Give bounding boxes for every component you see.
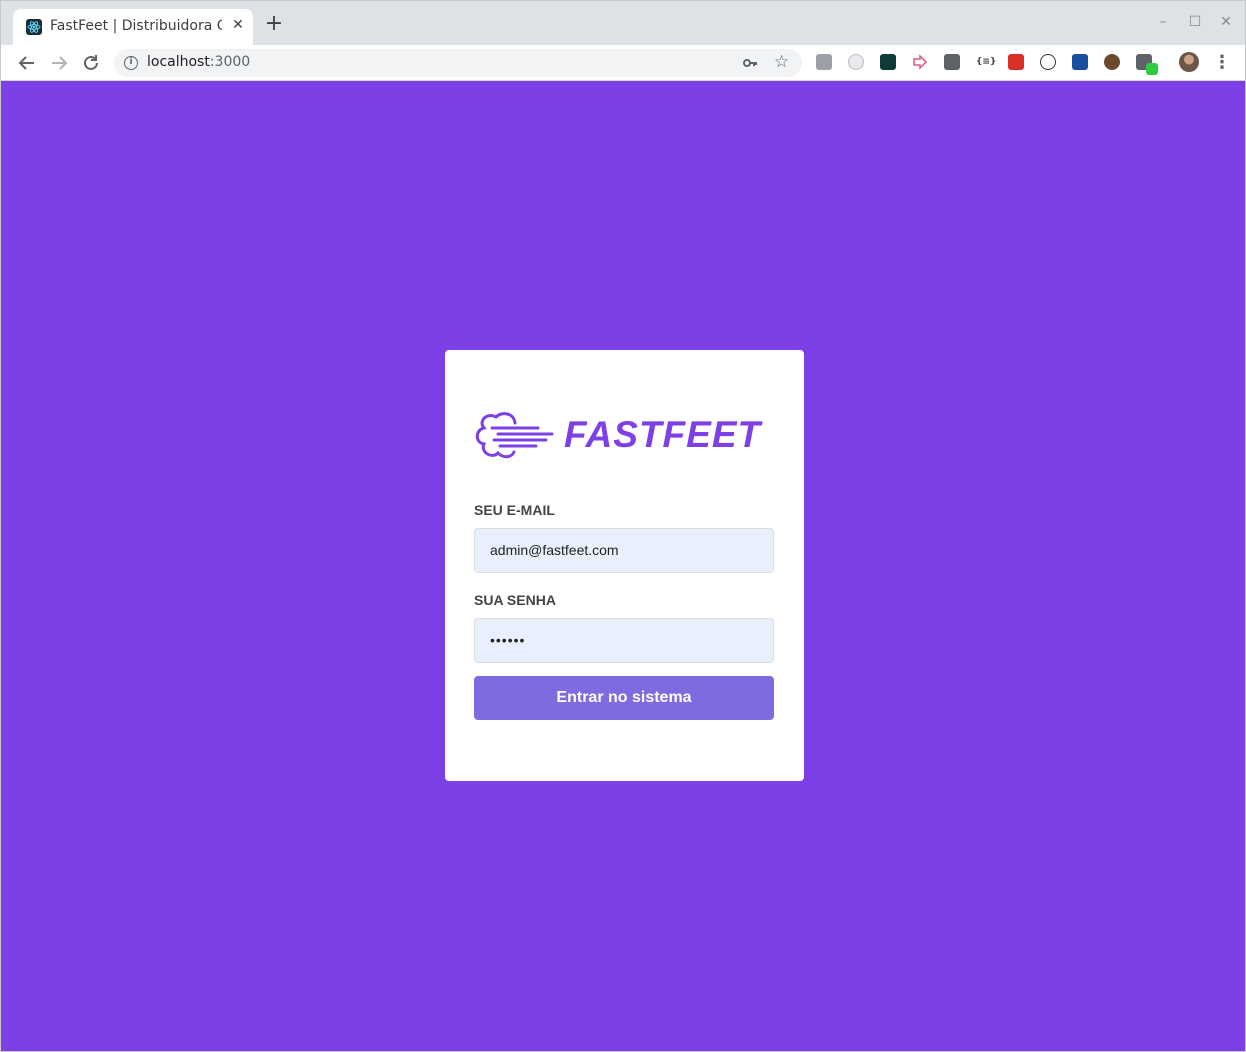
- reload-icon[interactable]: [79, 51, 103, 75]
- forward-arrow-icon[interactable]: [47, 51, 71, 75]
- profile-avatar[interactable]: [1179, 52, 1199, 72]
- email-field[interactable]: admin@fastfeet.com: [474, 528, 774, 573]
- login-page: FASTFEET SEU E-MAIL admin@fastfeet.com S…: [4, 82, 1243, 1049]
- brand-name: FASTFEET: [564, 414, 762, 455]
- green-badge-icon: [1146, 63, 1158, 75]
- close-tab-icon[interactable]: ✕: [230, 17, 246, 33]
- login-button[interactable]: Entrar no sistema: [474, 676, 774, 720]
- browser-window: FastFeet | Distribuidora Q ✕ + – ☐ ✕ i l…: [0, 0, 1246, 1052]
- key-icon[interactable]: [742, 55, 758, 71]
- colorzilla-icon[interactable]: [1008, 54, 1024, 70]
- screen-icon[interactable]: [1072, 54, 1088, 70]
- browser-tab[interactable]: FastFeet | Distribuidora Q ✕: [13, 9, 253, 45]
- tab-title: FastFeet | Distribuidora Q: [50, 18, 222, 34]
- url-port: :3000: [209, 54, 251, 70]
- bracket-extension-icon[interactable]: [944, 54, 960, 70]
- url-text[interactable]: localhost:3000: [147, 54, 250, 70]
- m-extension-icon[interactable]: [880, 54, 896, 70]
- url-host: localhost: [147, 54, 210, 70]
- arrow-extension-icon[interactable]: [912, 54, 928, 70]
- timer-icon[interactable]: [848, 54, 864, 70]
- site-info-icon[interactable]: i: [124, 56, 138, 70]
- close-window-icon[interactable]: ✕: [1217, 13, 1235, 31]
- password-field[interactable]: ••••••: [474, 618, 774, 663]
- tab-strip: FastFeet | Distribuidora Q ✕ + – ☐ ✕: [1, 1, 1245, 45]
- fastfeet-wind-icon: [475, 412, 554, 459]
- address-bar[interactable]: i localhost:3000 ☆: [114, 49, 802, 77]
- fastfeet-logo: FASTFEET: [474, 408, 774, 462]
- browser-menu-icon[interactable]: ⋮: [1213, 51, 1231, 75]
- bookmark-star-icon[interactable]: ☆: [774, 52, 789, 72]
- ghost-icon[interactable]: [1040, 54, 1056, 70]
- camera-icon[interactable]: [816, 54, 832, 70]
- react-favicon-icon: [26, 19, 42, 35]
- cookie-icon[interactable]: [1104, 54, 1120, 70]
- login-card: FASTFEET SEU E-MAIL admin@fastfeet.com S…: [445, 350, 804, 781]
- back-arrow-icon[interactable]: [15, 51, 39, 75]
- minimize-icon[interactable]: –: [1154, 13, 1172, 31]
- password-label: SUA SENHA: [474, 592, 556, 608]
- json-viewer-icon[interactable]: {≡}: [976, 54, 996, 70]
- browser-toolbar: i localhost:3000 ☆ {≡} ⋮: [1, 45, 1245, 81]
- email-label: SEU E-MAIL: [474, 502, 555, 518]
- maximize-icon[interactable]: ☐: [1186, 13, 1204, 31]
- new-tab-button[interactable]: +: [264, 13, 284, 35]
